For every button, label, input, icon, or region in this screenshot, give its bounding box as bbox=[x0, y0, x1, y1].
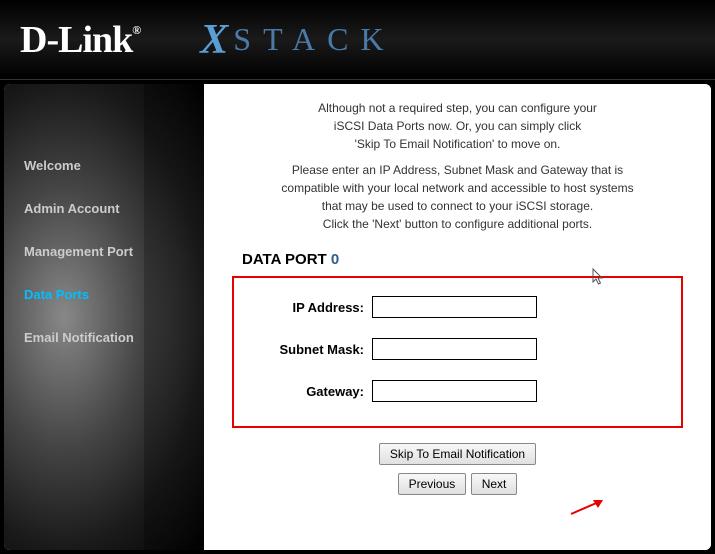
skip-button[interactable]: Skip To Email Notification bbox=[379, 443, 536, 465]
details-line-1: Please enter an IP Address, Subnet Mask … bbox=[232, 161, 683, 179]
intro-line-3: 'Skip To Email Notification' to move on. bbox=[232, 135, 683, 153]
sidebar-item-management-port[interactable]: Management Port bbox=[24, 230, 204, 273]
sidebar-item-welcome[interactable]: Welcome bbox=[24, 144, 204, 187]
brand-reg: ® bbox=[132, 23, 140, 38]
next-button[interactable]: Next bbox=[471, 473, 518, 495]
brand-logo: D-Link ® bbox=[20, 18, 140, 62]
details-text: Please enter an IP Address, Subnet Mask … bbox=[232, 161, 683, 233]
form-row-ip: IP Address: bbox=[254, 296, 661, 318]
gateway-label: Gateway: bbox=[254, 384, 364, 399]
port-number: 0 bbox=[331, 251, 339, 268]
annotation-arrow-icon bbox=[569, 496, 609, 516]
intro-line-2: iSCSI Data Ports now. Or, you can simply… bbox=[232, 117, 683, 135]
ip-address-label: IP Address: bbox=[254, 300, 364, 315]
details-line-4: Click the 'Next' button to configure add… bbox=[232, 215, 683, 233]
subnet-mask-input[interactable] bbox=[372, 338, 537, 360]
sidebar-item-email-notification[interactable]: Email Notification bbox=[24, 316, 204, 359]
intro-text: Although not a required step, you can co… bbox=[232, 99, 683, 153]
sidebar-item-admin-account[interactable]: Admin Account bbox=[24, 187, 204, 230]
form-box: IP Address: Subnet Mask: Gateway: bbox=[232, 276, 683, 428]
main-content: Although not a required step, you can co… bbox=[204, 84, 711, 550]
body-area: Welcome Admin Account Management Port Da… bbox=[2, 82, 713, 552]
section-title: DATA PORT 0 bbox=[242, 251, 683, 268]
sidebar-item-data-ports[interactable]: Data Ports bbox=[24, 273, 204, 316]
brand-name: D-Link bbox=[20, 18, 132, 62]
product-logo: X STACK bbox=[200, 16, 395, 64]
details-line-2: compatible with your local network and a… bbox=[232, 179, 683, 197]
ip-address-input[interactable] bbox=[372, 296, 537, 318]
buttons-row-nav: Previous Next bbox=[232, 473, 683, 495]
details-line-3: that may be used to connect to your iSCS… bbox=[232, 197, 683, 215]
section-prefix: DATA PORT bbox=[242, 251, 331, 268]
cursor-icon bbox=[592, 268, 606, 289]
product-x: X bbox=[200, 16, 228, 64]
gateway-input[interactable] bbox=[372, 380, 537, 402]
form-row-subnet: Subnet Mask: bbox=[254, 338, 661, 360]
buttons-row-skip: Skip To Email Notification bbox=[232, 443, 683, 465]
intro-line-1: Although not a required step, you can co… bbox=[232, 99, 683, 117]
sidebar: Welcome Admin Account Management Port Da… bbox=[4, 84, 204, 550]
previous-button[interactable]: Previous bbox=[398, 473, 467, 495]
header-bar: D-Link ® X STACK bbox=[0, 0, 715, 80]
subnet-mask-label: Subnet Mask: bbox=[254, 342, 364, 357]
form-row-gateway: Gateway: bbox=[254, 380, 661, 402]
product-stack: STACK bbox=[233, 21, 395, 58]
